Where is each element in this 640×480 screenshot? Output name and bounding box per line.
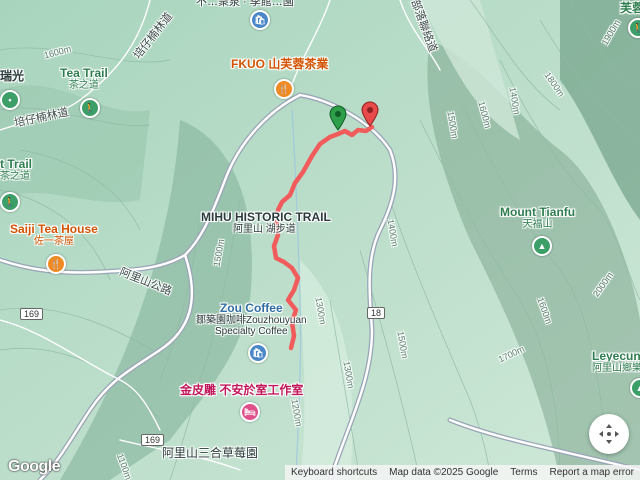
bed-icon[interactable]: 🛏	[240, 402, 260, 422]
end-pin-icon[interactable]	[361, 101, 379, 127]
shopping-bag-icon[interactable]: 🛍	[250, 10, 270, 30]
poi-saiji[interactable]: Saiji Tea House 佐一茶屋	[10, 222, 98, 247]
poi-leyecun[interactable]: Leyecun 阿里山鄉樂	[592, 349, 640, 374]
poi-fkuo[interactable]: FKUO 山芙蓉茶業	[231, 57, 328, 71]
hiking-icon[interactable]: 🚶	[0, 192, 20, 212]
mountain-icon[interactable]: ▲	[532, 236, 552, 256]
start-pin-icon[interactable]	[329, 105, 347, 131]
restaurant-icon[interactable]: 🍴	[274, 79, 294, 99]
shopping-bag-icon[interactable]: 🛍	[248, 343, 268, 363]
terms-link[interactable]: Terms	[504, 467, 543, 478]
mountain-icon[interactable]: •	[0, 90, 20, 110]
report-error-link[interactable]: Report a map error	[544, 467, 640, 478]
hiking-icon[interactable]: 🚶	[80, 98, 100, 118]
poi-zou-coffee[interactable]: Zou Coffee 鄒築園咖啡Zouzhouyuan Specialty Co…	[196, 301, 307, 337]
move-arrows-icon[interactable]	[589, 414, 629, 454]
poi-jinpidiao[interactable]: 金皮雕 不安於室工作室	[180, 383, 303, 397]
map-data-attribution: Map data ©2025 Google	[389, 467, 499, 478]
poi-ruiguang[interactable]: 瑞光	[0, 69, 24, 83]
poi-mihu-trail[interactable]: MIHU HISTORIC TRAIL 阿里山 湖步道	[201, 210, 331, 235]
road-shield: 169	[141, 434, 165, 446]
google-logo: Google	[8, 458, 61, 475]
restaurant-icon[interactable]: 🍴	[46, 254, 66, 274]
poi-tea-trail-west[interactable]: t Trail 茶之道	[0, 157, 32, 182]
poi-furong[interactable]: 芙蓉	[620, 1, 640, 15]
map-footer: Keyboard shortcuts Map data ©2025 Google…	[284, 465, 640, 480]
keyboard-shortcuts-link[interactable]: Keyboard shortcuts	[285, 467, 383, 478]
poi-mount-tianfu[interactable]: Mount Tianfu 天福山	[500, 205, 575, 230]
top-partial-label: 不…衆泉 · 季館…園	[196, 0, 294, 8]
poi-strawberry[interactable]: 阿里山三合草莓園	[162, 446, 258, 460]
map-canvas[interactable]: 🍴 🚶 🚶 🍴 🛍 🛍 🛏 ▲ • ▲ 🚶 FKUO 山芙蓉茶業 Tea Tra…	[0, 0, 640, 480]
road-shield: 18	[367, 307, 386, 319]
road-shield: 169	[20, 308, 44, 320]
poi-tea-trail[interactable]: Tea Trail 茶之道	[60, 66, 108, 91]
